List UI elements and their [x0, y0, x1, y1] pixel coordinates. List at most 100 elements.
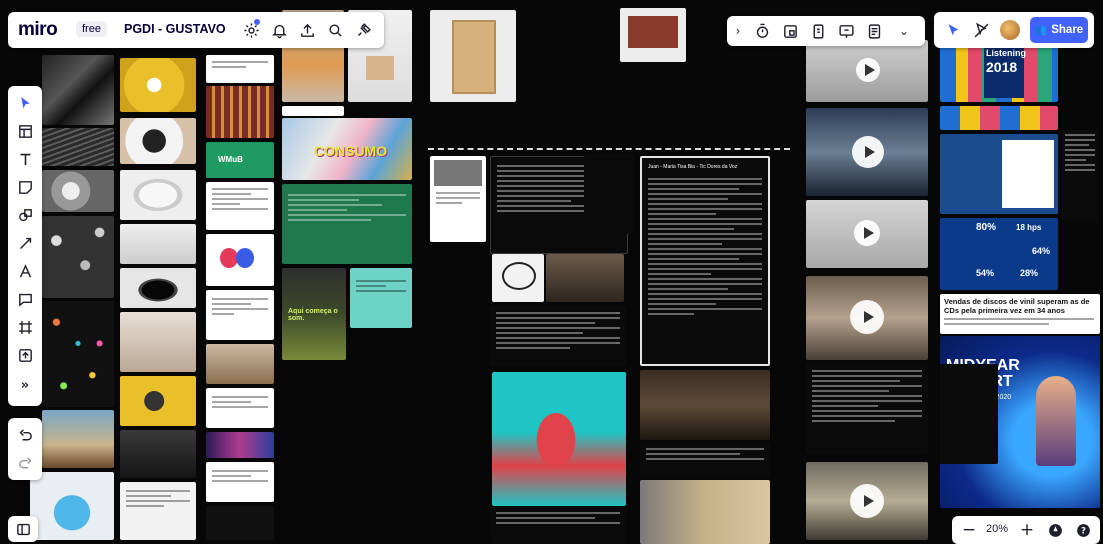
image-studio[interactable]	[640, 370, 770, 440]
image-white-doc[interactable]	[120, 482, 196, 540]
image-turntable-yellow[interactable]	[120, 58, 196, 112]
play-icon[interactable]	[856, 58, 880, 82]
frame-icon[interactable]	[779, 20, 801, 42]
image-cartoon[interactable]	[492, 254, 544, 302]
video-5[interactable]	[806, 462, 928, 540]
undo-icon[interactable]	[14, 424, 36, 446]
select-icon[interactable]	[14, 92, 36, 114]
doc-card-dark-4[interactable]	[490, 508, 626, 544]
image-red-cabinet[interactable]	[620, 8, 686, 62]
video-2[interactable]	[806, 108, 928, 196]
templates-icon[interactable]	[14, 120, 36, 142]
image-green-logo[interactable]: WMuB	[206, 142, 274, 178]
more-tools-icon[interactable]: ⌄	[893, 20, 915, 42]
board-canvas[interactable]: WMuB CONSUMO Aqui começa o som. Juan - M…	[0, 0, 1103, 544]
image-record-hand[interactable]	[120, 118, 196, 164]
doc-card-dark-8[interactable]	[1062, 130, 1098, 220]
bell-icon[interactable]	[268, 19, 290, 41]
image-earbuds[interactable]	[206, 506, 274, 540]
settings-icon[interactable]	[240, 19, 262, 41]
connection-line-icon[interactable]	[14, 232, 36, 254]
image-colored-dots[interactable]	[42, 301, 114, 407]
doc-card-2[interactable]	[206, 182, 274, 230]
play-icon[interactable]	[850, 484, 884, 518]
doc-thumb-small[interactable]	[430, 156, 486, 242]
image-grammy-artists[interactable]	[640, 480, 770, 544]
cursor-reaction-icon[interactable]	[942, 19, 964, 41]
upload-tool-icon[interactable]	[14, 344, 36, 366]
image-stats-blue[interactable]: 80% 18 hps 64% 54% 28%	[940, 218, 1058, 290]
doc-card-dark-3[interactable]	[490, 306, 626, 366]
doc-card-1[interactable]	[206, 55, 274, 83]
image-infographic-row[interactable]	[940, 106, 1058, 130]
article-card-bordered[interactable]: Juan - Maria Tisa Bia - Tic Dores da Voz	[640, 156, 770, 366]
sidebar-toggle-icon[interactable]	[12, 518, 34, 540]
image-white-record[interactable]	[120, 170, 196, 220]
image-wood-shelf[interactable]	[430, 10, 516, 102]
video-1[interactable]	[806, 40, 928, 102]
image-track-toy[interactable]	[120, 268, 196, 308]
image-listening-infographic[interactable]: Listening 2018	[940, 40, 1058, 102]
doc-card-4[interactable]	[206, 388, 274, 428]
pen-icon[interactable]	[14, 260, 36, 282]
image-teal-red-art[interactable]	[492, 372, 626, 506]
image-yellow-player[interactable]	[120, 376, 196, 426]
image-pebbles[interactable]	[42, 216, 114, 298]
frame-tool-icon[interactable]	[14, 316, 36, 338]
image-poster-green[interactable]: Aqui começa o som.	[282, 268, 346, 360]
doc-card-dark-7[interactable]	[806, 364, 928, 454]
zoom-level[interactable]: 20%	[986, 523, 1008, 535]
miro-logo[interactable]: miro	[18, 19, 58, 41]
image-chart-cards[interactable]	[940, 134, 1058, 214]
image-store[interactable]	[206, 344, 274, 384]
plan-badge[interactable]: free	[76, 21, 107, 37]
present-icon[interactable]	[835, 20, 857, 42]
user-avatar[interactable]	[1000, 20, 1020, 40]
image-white-shapes[interactable]	[42, 170, 114, 212]
text-icon[interactable]	[14, 148, 36, 170]
video-4[interactable]	[806, 276, 928, 360]
help-icon[interactable]: ?	[1072, 519, 1094, 541]
image-hand-turntable[interactable]	[120, 312, 196, 372]
image-vinyl-lines[interactable]	[42, 128, 114, 166]
minimap-icon[interactable]	[1044, 519, 1066, 541]
play-icon[interactable]	[850, 300, 884, 334]
doc-text-overlay[interactable]	[938, 368, 939, 369]
image-sky-collage[interactable]: CONSUMO	[282, 118, 412, 180]
board-name[interactable]: PGDI - GUSTAVO	[124, 22, 226, 36]
play-icon[interactable]	[854, 220, 880, 246]
timer-icon[interactable]	[751, 20, 773, 42]
doc-card-dark-9[interactable]	[940, 364, 998, 464]
comment-icon[interactable]	[14, 288, 36, 310]
hide-cursors-icon[interactable]	[970, 19, 992, 41]
doc-card-6[interactable]	[282, 106, 344, 116]
image-record-stack[interactable]	[120, 224, 196, 264]
apps-icon[interactable]	[352, 19, 374, 41]
doc-card-3[interactable]	[206, 290, 274, 340]
image-vinyl-rings[interactable]	[42, 55, 114, 125]
image-neon[interactable]	[206, 432, 274, 458]
shapes-icon[interactable]	[14, 204, 36, 226]
voting-icon[interactable]	[807, 20, 829, 42]
search-icon[interactable]	[324, 19, 346, 41]
image-dark-turntable[interactable]	[120, 430, 196, 478]
chevron-right-icon[interactable]: ›	[729, 20, 747, 42]
play-icon[interactable]	[852, 136, 884, 168]
image-blue-glove[interactable]	[30, 472, 114, 540]
notes-icon[interactable]	[863, 20, 885, 42]
redo-icon[interactable]	[14, 452, 36, 474]
image-teal-note[interactable]	[350, 268, 412, 328]
doc-card-dark-6[interactable]	[640, 444, 770, 476]
upload-icon[interactable]	[296, 19, 318, 41]
zoom-out-button[interactable]: −	[958, 519, 980, 541]
image-green-chalkboard[interactable]	[282, 184, 412, 264]
image-photo-room[interactable]	[546, 254, 624, 302]
share-button[interactable]: 👥 Share	[1030, 17, 1088, 43]
more-apps-icon[interactable]: »	[14, 374, 36, 396]
zoom-in-button[interactable]: +	[1016, 519, 1038, 541]
doc-card-dark-5[interactable]	[584, 154, 634, 234]
sticky-note-icon[interactable]	[14, 176, 36, 198]
image-landscape[interactable]	[42, 410, 114, 468]
doc-card-5[interactable]	[206, 462, 274, 502]
image-logo-waves[interactable]	[206, 234, 274, 286]
